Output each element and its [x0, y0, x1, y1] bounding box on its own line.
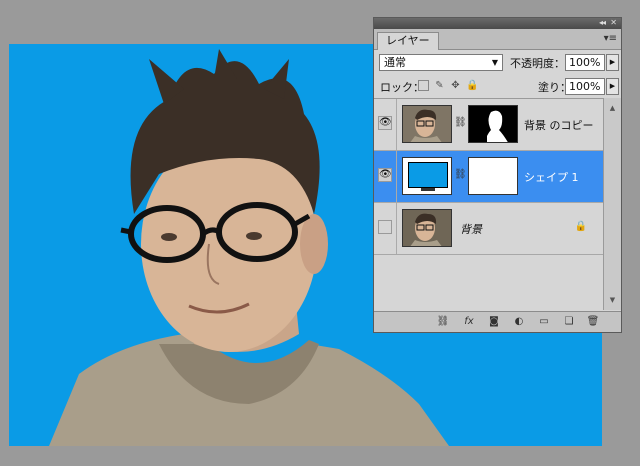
opacity-field[interactable]: 100%: [565, 54, 605, 71]
layers-scrollbar[interactable]: ▲ ▼: [603, 98, 621, 310]
chain-link-icon[interactable]: ⛓: [454, 169, 467, 180]
layer-name: 背景: [460, 223, 482, 236]
chevron-down-icon: ▼: [491, 58, 498, 67]
close-icon[interactable]: ✕: [610, 18, 617, 29]
new-group-icon[interactable]: ▭: [537, 316, 551, 328]
vector-mask-thumbnail[interactable]: [468, 157, 518, 195]
divider: [396, 99, 397, 150]
fx-icon[interactable]: fx: [462, 316, 476, 328]
panel-footer: ⛓ fx ◙ ◐ ▭ ❏ 🗑: [374, 311, 621, 332]
layer-thumbnail[interactable]: [402, 209, 452, 247]
layer-thumbnail[interactable]: [402, 105, 452, 143]
lock-row: ロック： ✎ ✥ 🔒 塗り： 100% ▶: [374, 74, 621, 98]
lock-transparency-icon[interactable]: [418, 80, 429, 91]
lock-position-move-icon[interactable]: ✥: [450, 80, 461, 91]
layer-name: 背景 のコピー: [524, 119, 594, 132]
scroll-down-arrow-icon[interactable]: ▼: [606, 294, 619, 306]
double-chevron-right-icon[interactable]: ◂◂: [599, 18, 606, 29]
lock-icon: 🔒: [574, 221, 587, 232]
layers-panel: ◂◂ ✕ レイヤー ▾≡ 通常 ▼ 不透明度： 100% ▶ ロック： ✎ ✥ …: [373, 17, 622, 333]
lock-all-icon[interactable]: 🔒: [466, 80, 478, 91]
add-mask-icon[interactable]: ◙: [487, 316, 501, 328]
layer-row-background-copy[interactable]: 👁 ⛓ 背景 のコピー: [374, 99, 603, 151]
layer-row-shape-1[interactable]: 👁 ⛓ シェイプ 1: [374, 151, 603, 203]
eye-icon[interactable]: 👁: [378, 116, 392, 130]
fill-field[interactable]: 100%: [565, 78, 605, 95]
tab-layers[interactable]: レイヤー: [377, 32, 439, 50]
visibility-toggle-empty[interactable]: [378, 220, 392, 234]
panel-titlebar[interactable]: ◂◂ ✕: [374, 18, 621, 29]
blend-mode-value: 通常: [384, 56, 406, 69]
new-layer-icon[interactable]: ❏: [562, 316, 576, 328]
divider: [396, 203, 397, 254]
blend-row: 通常 ▼ 不透明度： 100% ▶: [374, 50, 621, 74]
adjustment-layer-icon[interactable]: ◐: [512, 316, 526, 328]
scroll-up-arrow-icon[interactable]: ▲: [606, 102, 619, 114]
layer-mask-thumbnail[interactable]: [468, 105, 518, 143]
layer-row-background[interactable]: 背景 🔒: [374, 203, 603, 255]
divider: [396, 151, 397, 202]
eye-icon[interactable]: 👁: [378, 168, 392, 182]
layer-name: シェイプ 1: [524, 171, 579, 184]
opacity-slider-button[interactable]: ▶: [606, 54, 619, 71]
trash-icon[interactable]: 🗑: [586, 316, 600, 328]
panel-menu-icon[interactable]: ▾≡: [604, 33, 617, 44]
layers-list: 👁 ⛓ 背景 のコピー 👁 ⛓ シェイプ 1 背景 🔒: [374, 98, 603, 311]
panel-tabbar: レイヤー ▾≡: [374, 29, 621, 50]
opacity-label: 不透明度：: [510, 57, 565, 70]
chain-link-icon[interactable]: ⛓: [454, 117, 467, 128]
layer-thumbnail[interactable]: [402, 157, 452, 195]
link-icon[interactable]: ⛓: [436, 316, 450, 328]
fill-slider-button[interactable]: ▶: [606, 78, 619, 95]
blend-mode-select[interactable]: 通常 ▼: [379, 54, 503, 71]
lock-pixels-brush-icon[interactable]: ✎: [434, 80, 445, 91]
